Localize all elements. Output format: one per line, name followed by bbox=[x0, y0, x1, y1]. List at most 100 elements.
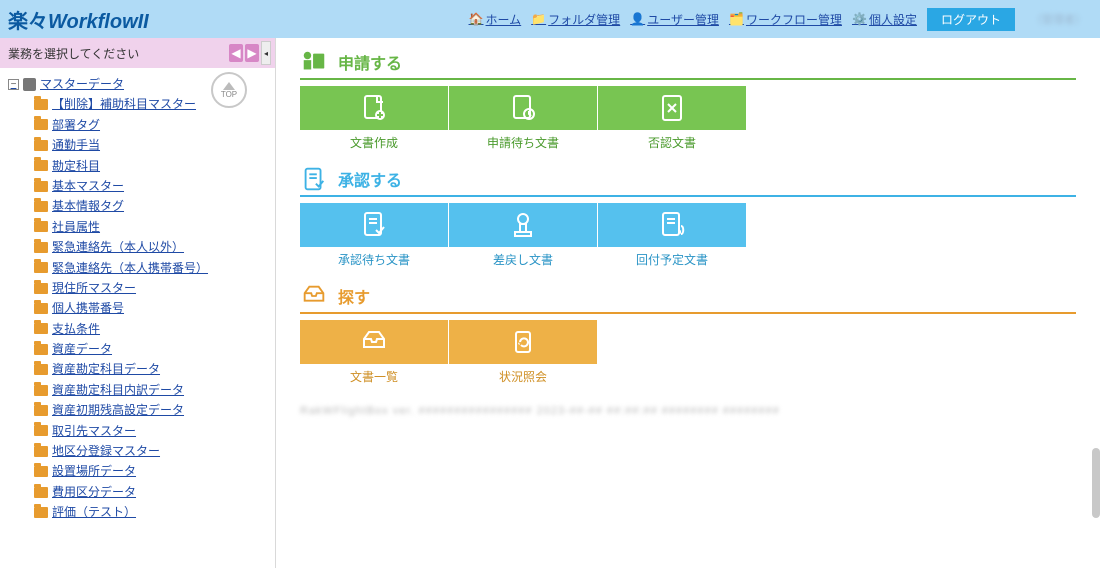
tree-item[interactable]: 評価（テスト） bbox=[34, 502, 271, 522]
tile-doc-check[interactable]: 承認待ち文書 bbox=[300, 203, 448, 268]
tile-label: 否認文書 bbox=[598, 130, 746, 151]
tree-item-label: 取引先マスター bbox=[52, 421, 136, 441]
logo-prefix: 楽々 bbox=[8, 11, 48, 33]
tile-label: 申請待ち文書 bbox=[449, 130, 597, 151]
tree-item-label: 基本情報タグ bbox=[52, 196, 124, 216]
tile-label: 文書作成 bbox=[300, 130, 448, 151]
tree-root-label: マスターデータ bbox=[40, 74, 124, 94]
tree-item-label: 【削除】補助科目マスター bbox=[52, 94, 196, 114]
tree-item[interactable]: 通勤手当 bbox=[34, 135, 271, 155]
tree-item[interactable]: 支払条件 bbox=[34, 319, 271, 339]
nav-label: ワークフロー管理 bbox=[746, 11, 842, 28]
logout-button[interactable]: ログアウト bbox=[927, 8, 1015, 31]
tile-icon-box bbox=[300, 86, 448, 130]
tile-tray[interactable]: 文書一覧 bbox=[300, 320, 448, 385]
doc-route-icon bbox=[657, 210, 687, 240]
tile-icon-box bbox=[598, 203, 746, 247]
folder-icon bbox=[34, 303, 48, 314]
nav-label: ユーザー管理 bbox=[647, 11, 719, 28]
tray-icon bbox=[359, 327, 389, 357]
tree-item[interactable]: 資産勘定科目内訳データ bbox=[34, 380, 271, 400]
doc-x-icon bbox=[657, 93, 687, 123]
section-header: 探す bbox=[300, 282, 1076, 314]
collapse-icon[interactable]: − bbox=[8, 79, 19, 90]
folder-icon: 📁 bbox=[531, 12, 545, 26]
section-approve: 承認する承認待ち文書差戻し文書回付予定文書 bbox=[300, 165, 1076, 268]
tree-item-label: 地区分登録マスター bbox=[52, 441, 160, 461]
nav-label: ホーム bbox=[486, 11, 522, 28]
tree-item-label: 社員属性 bbox=[52, 217, 100, 237]
section-header: 申請する bbox=[300, 48, 1076, 80]
tile-stamp[interactable]: 差戻し文書 bbox=[449, 203, 597, 268]
tile-label: 承認待ち文書 bbox=[300, 247, 448, 268]
scroll-top-button[interactable]: TOP bbox=[211, 72, 247, 108]
folder-icon bbox=[34, 487, 48, 498]
tree-item-label: 費用区分データ bbox=[52, 482, 136, 502]
section-apply: 申請する文書作成申請待ち文書否認文書 bbox=[300, 48, 1076, 151]
folder-icon bbox=[34, 385, 48, 396]
tree-item[interactable]: 社員属性 bbox=[34, 217, 271, 237]
nav-label: フォルダ管理 bbox=[548, 11, 620, 28]
folder-icon bbox=[34, 323, 48, 334]
tree-item[interactable]: 資産勘定科目データ bbox=[34, 359, 271, 379]
tree-item-label: 基本マスター bbox=[52, 176, 124, 196]
stamp-icon bbox=[508, 210, 538, 240]
sidebar-collapse-handle[interactable]: ◂ bbox=[261, 41, 271, 65]
workflow-icon: 🗂️ bbox=[729, 12, 743, 26]
tree-item[interactable]: 基本マスター bbox=[34, 176, 271, 196]
folder-icon bbox=[34, 405, 48, 416]
app-header: 楽々WorkflowII 🏠ホーム 📁フォルダ管理 👤ユーザー管理 🗂️ワークフ… bbox=[0, 0, 1100, 38]
nav-home[interactable]: 🏠ホーム bbox=[469, 11, 522, 28]
tile-refresh-doc[interactable]: 状況照会 bbox=[449, 320, 597, 385]
tree-item-label: 支払条件 bbox=[52, 319, 100, 339]
tree-item-label: 部署タグ bbox=[52, 115, 100, 135]
folder-icon bbox=[34, 242, 48, 253]
tree-item[interactable]: 取引先マスター bbox=[34, 421, 271, 441]
tree-item-label: 設置場所データ bbox=[52, 461, 136, 481]
tree-item[interactable]: 地区分登録マスター bbox=[34, 441, 271, 461]
nav-user[interactable]: 👤ユーザー管理 bbox=[630, 11, 719, 28]
nav-settings[interactable]: ⚙️個人設定 bbox=[852, 11, 917, 28]
footer-info: RakWFlightBox ver. ################ 2023… bbox=[300, 405, 1076, 417]
scrollbar-thumb[interactable] bbox=[1092, 448, 1100, 518]
tile-doc-x[interactable]: 否認文書 bbox=[598, 86, 746, 151]
tree-item[interactable]: 設置場所データ bbox=[34, 461, 271, 481]
tree-item[interactable]: 緊急連絡先（本人以外） bbox=[34, 237, 271, 257]
doc-clock-icon bbox=[508, 93, 538, 123]
tree-item[interactable]: 現住所マスター bbox=[34, 278, 271, 298]
sidebar: 業務を選択してください ◀ ▶ ◂ TOP − マスターデータ 【削除】補助科目… bbox=[0, 38, 276, 568]
nav-folder[interactable]: 📁フォルダ管理 bbox=[531, 11, 620, 28]
folder-icon bbox=[34, 119, 48, 130]
folder-icon bbox=[34, 466, 48, 477]
tree-item[interactable]: 部署タグ bbox=[34, 115, 271, 135]
doc-plus-icon bbox=[359, 93, 389, 123]
tree-item[interactable]: 費用区分データ bbox=[34, 482, 271, 502]
tree-item[interactable]: 基本情報タグ bbox=[34, 196, 271, 216]
sidebar-prev-button[interactable]: ◀ bbox=[229, 44, 243, 62]
tile-icon-box bbox=[449, 86, 597, 130]
tile-row: 文書作成申請待ち文書否認文書 bbox=[300, 86, 1076, 151]
tree-item[interactable]: 資産初期残高設定データ bbox=[34, 400, 271, 420]
sidebar-header: 業務を選択してください ◀ ▶ ◂ bbox=[0, 38, 275, 68]
tree-item-label: 評価（テスト） bbox=[52, 502, 136, 522]
refresh-doc-icon bbox=[508, 327, 538, 357]
tree-item[interactable]: 個人携帯番号 bbox=[34, 298, 271, 318]
tree-item-label: 緊急連絡先（本人以外） bbox=[52, 237, 184, 257]
tree-item[interactable]: 緊急連絡先（本人携帯番号） bbox=[34, 258, 271, 278]
tile-icon-box bbox=[449, 203, 597, 247]
tree-item-label: 資産データ bbox=[52, 339, 112, 359]
tree-item[interactable]: 資産データ bbox=[34, 339, 271, 359]
folder-tree[interactable]: − マスターデータ 【削除】補助科目マスター部署タグ通勤手当勘定科目基本マスター… bbox=[0, 68, 275, 568]
tile-doc-route[interactable]: 回付予定文書 bbox=[598, 203, 746, 268]
doc-check-icon bbox=[359, 210, 389, 240]
tile-doc-clock[interactable]: 申請待ち文書 bbox=[449, 86, 597, 151]
tree-item[interactable]: 勘定科目 bbox=[34, 156, 271, 176]
section-title: 探す bbox=[338, 284, 370, 308]
folder-icon bbox=[34, 99, 48, 110]
nav-workflow[interactable]: 🗂️ワークフロー管理 bbox=[729, 11, 842, 28]
global-nav: 🏠ホーム 📁フォルダ管理 👤ユーザー管理 🗂️ワークフロー管理 ⚙️個人設定 ロ… bbox=[469, 8, 1092, 31]
top-label: TOP bbox=[221, 90, 237, 99]
tree-item-label: 資産初期残高設定データ bbox=[52, 400, 184, 420]
tile-doc-plus[interactable]: 文書作成 bbox=[300, 86, 448, 151]
sidebar-next-button[interactable]: ▶ bbox=[245, 44, 259, 62]
